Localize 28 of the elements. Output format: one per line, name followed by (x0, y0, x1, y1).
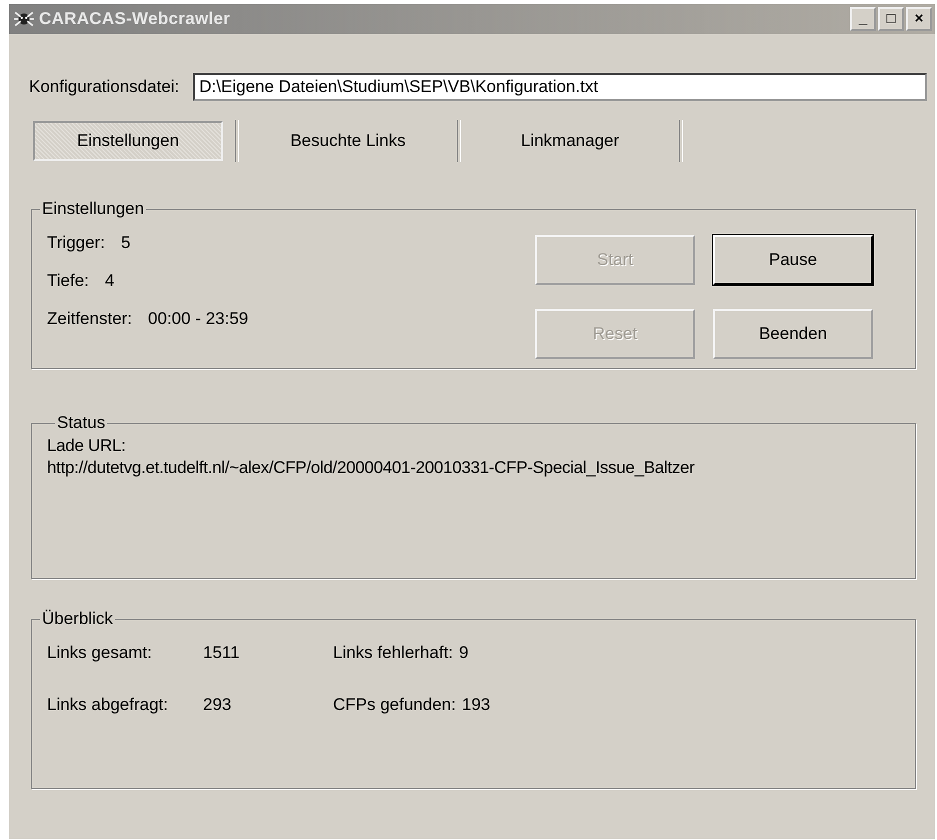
stat-value: 9 (459, 643, 468, 663)
window-title: CARACAS-Webcrawler (39, 9, 230, 29)
stat-value: 293 (203, 695, 232, 715)
action-button[interactable]: Beenden (713, 309, 873, 359)
field-value: 4 (104, 271, 114, 291)
stat-label: CFPs gefunden: (333, 695, 456, 715)
status-text: http://dutetvg.et.tudelft.nl/~alex/CFP/old/20000401-20010331-CFP-Special_Issue_Baltzer (47, 457, 696, 479)
tab[interactable]: Einstellungen (33, 121, 223, 161)
stat-value: 1511 (203, 643, 240, 663)
field-label: Trigger: (47, 233, 105, 253)
close-button[interactable]: × (906, 7, 932, 31)
stat-label: Links abgefragt: (47, 695, 169, 715)
group-title: Einstellungen (41, 199, 146, 219)
field-label: Tiefe: (47, 271, 89, 291)
config-field[interactable]: D:\Eigene Dateien\Studium\SEP\VB\Konfiguration.txt (193, 73, 927, 101)
field-label: Zeitfenster: (47, 309, 132, 329)
group-title: Status (56, 413, 106, 433)
group-title: Überblick (41, 609, 114, 629)
minimize-button[interactable]: _ (850, 7, 876, 31)
maximize-button[interactable]: □ (878, 7, 904, 31)
status-text: Lade URL: (47, 435, 127, 457)
action-button[interactable]: Pause (713, 235, 873, 285)
stat-value: 193 (462, 695, 490, 715)
stat-label: Links gesamt: (47, 643, 153, 663)
field-value: 5 (120, 233, 130, 253)
stat-label: Links fehlerhaft: (333, 643, 454, 663)
field-value: 00:00 - 23:59 (148, 309, 248, 329)
config-label: Konfigurationsdatei: (29, 77, 180, 97)
